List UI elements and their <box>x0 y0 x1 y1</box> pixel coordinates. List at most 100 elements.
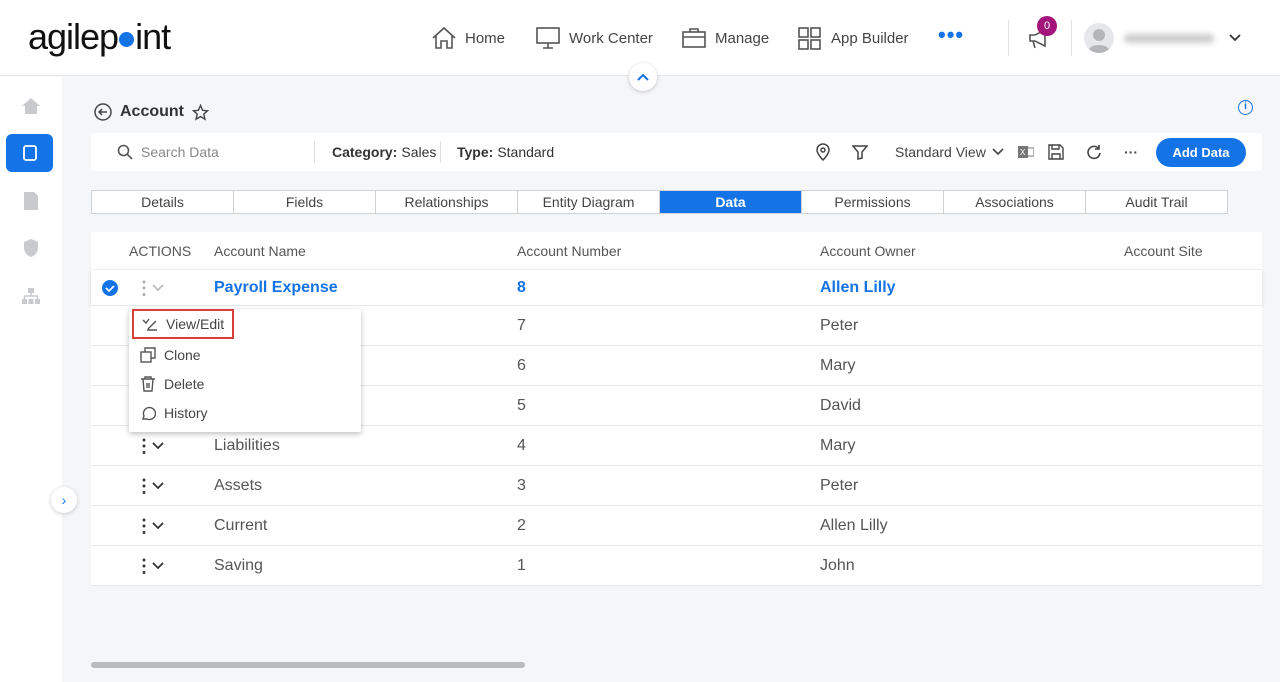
column-header-account-name[interactable]: Account Name <box>214 243 306 259</box>
cell-account-number: 5 <box>517 396 526 414</box>
cell-account-name: Saving <box>214 556 263 574</box>
sidebar-hierarchy-icon[interactable] <box>19 284 43 308</box>
tab-permissions[interactable]: Permissions <box>802 191 944 213</box>
clone-icon <box>140 347 156 363</box>
collapse-header-button[interactable] <box>629 63 657 91</box>
table-row[interactable]: ⋮ Assets 3 Peter <box>91 466 1262 506</box>
selected-check-icon[interactable] <box>101 279 119 297</box>
svg-text:X: X <box>1020 148 1026 157</box>
tab-relationships[interactable]: Relationships <box>376 191 518 213</box>
horizontal-scrollbar[interactable] <box>91 662 525 668</box>
sidebar-shield-icon[interactable] <box>19 236 43 260</box>
expand-row-chevron-icon[interactable] <box>151 441 165 451</box>
menu-item-view-edit[interactable]: View/Edit <box>132 309 234 339</box>
expand-sidebar-button[interactable]: › <box>51 487 77 513</box>
history-icon <box>142 406 156 421</box>
table-row[interactable]: ⋮ Saving 1 John <box>91 546 1262 586</box>
search-icon <box>117 144 133 160</box>
briefcase-icon <box>682 28 706 48</box>
type-filter: Type: Standard <box>457 144 555 160</box>
cell-account-number: 8 <box>517 278 526 296</box>
avatar[interactable] <box>1084 23 1114 53</box>
divider <box>440 141 441 163</box>
cell-account-number: 4 <box>517 436 526 454</box>
more-options-icon[interactable]: ··· <box>1124 133 1138 171</box>
cell-account-owner: John <box>820 556 855 574</box>
cell-account-number: 2 <box>517 516 526 534</box>
category-filter: Category: Sales <box>332 144 437 160</box>
filter-icon[interactable] <box>852 133 868 171</box>
nav-app-builder[interactable]: App Builder <box>797 26 909 50</box>
cell-account-owner: Peter <box>820 476 859 494</box>
menu-item-delete[interactable]: Delete <box>132 369 204 399</box>
page-header: Account <box>94 103 209 121</box>
toolbar: Search Data Category: Sales Type: Standard… <box>91 133 1262 171</box>
cell-account-number: 7 <box>517 316 526 334</box>
nav-home[interactable]: Home <box>431 26 505 50</box>
page-title: Account <box>120 103 184 120</box>
user-name-blurred <box>1124 34 1214 43</box>
tab-associations[interactable]: Associations <box>944 191 1086 213</box>
cell-account-number: 1 <box>517 556 526 574</box>
tab-data[interactable]: Data <box>660 191 802 213</box>
table-row[interactable]: ⋮ Current 2 Allen Lilly <box>91 506 1262 546</box>
chevron-down-icon <box>992 148 1004 156</box>
expand-row-chevron-icon[interactable] <box>151 521 165 531</box>
tab-audit-trail[interactable]: Audit Trail <box>1086 191 1227 213</box>
column-header-account-number[interactable]: Account Number <box>517 243 621 259</box>
star-icon[interactable] <box>192 103 209 121</box>
edit-icon <box>142 318 157 331</box>
cell-account-number: 3 <box>517 476 526 494</box>
location-pin-icon[interactable] <box>816 133 830 171</box>
expand-row-chevron-icon[interactable] <box>151 283 165 293</box>
nav-manage[interactable]: Manage <box>681 26 769 50</box>
cell-account-owner: Mary <box>820 356 856 374</box>
table-row[interactable]: ⋮ Liabilities 4 Mary <box>91 426 1262 466</box>
sidebar-home-icon[interactable] <box>19 94 43 118</box>
cell-account-owner: David <box>820 396 861 414</box>
nav-work-center[interactable]: Work Center <box>535 26 653 50</box>
menu-item-clone[interactable]: Clone <box>132 340 201 370</box>
column-header-actions: ACTIONS <box>129 242 192 259</box>
monitor-icon <box>536 27 560 49</box>
cell-account-number: 6 <box>517 356 526 374</box>
excel-export-icon[interactable]: X <box>1018 133 1034 171</box>
tab-fields[interactable]: Fields <box>234 191 376 213</box>
cell-account-name[interactable]: Payroll Expense <box>214 279 338 297</box>
expand-row-chevron-icon[interactable] <box>151 561 165 571</box>
cell-account-owner: Peter <box>820 316 859 334</box>
tab-entity-diagram[interactable]: Entity Diagram <box>518 191 660 213</box>
info-icon[interactable]: i <box>1238 100 1253 115</box>
divider <box>1008 20 1009 56</box>
add-data-button[interactable]: Add Data <box>1156 138 1246 167</box>
cell-account-name: Current <box>214 516 268 534</box>
grid-icon <box>798 27 821 50</box>
view-selector[interactable]: Standard View <box>895 133 1004 171</box>
search-input[interactable]: Search Data <box>117 133 219 171</box>
save-icon[interactable] <box>1048 133 1064 171</box>
sidebar-data-entities-icon[interactable] <box>6 134 53 172</box>
more-horizontal-icon[interactable]: ••• <box>938 22 964 48</box>
sidebar-document-icon[interactable] <box>19 189 43 213</box>
expand-row-chevron-icon[interactable] <box>151 481 165 491</box>
cell-account-name: Liabilities <box>214 436 280 454</box>
table-row[interactable]: ⋮ Payroll Expense 8 Allen Lilly <box>91 270 1262 306</box>
agilepoint-logo[interactable]: agilep int <box>28 16 171 58</box>
table-header: ACTIONS Account Name Account Number Acco… <box>91 232 1262 269</box>
divider <box>1071 20 1072 56</box>
cell-account-owner[interactable]: Allen Lilly <box>820 279 896 297</box>
tab-details[interactable]: Details <box>92 191 234 213</box>
column-header-account-site[interactable]: Account Site <box>1124 243 1203 259</box>
tab-bar: Details Fields Relationships Entity Diagram… <box>91 190 1228 214</box>
notification-badge: 0 <box>1037 16 1057 36</box>
row-context-menu: View/Edit Clone Delete History <box>129 309 361 432</box>
column-header-account-owner[interactable]: Account Owner <box>820 243 916 259</box>
cell-account-name: Assets <box>214 476 263 494</box>
trash-icon <box>141 376 155 392</box>
chevron-down-icon[interactable] <box>1228 33 1242 43</box>
cell-account-owner: Allen Lilly <box>820 516 888 534</box>
back-arrow-icon[interactable] <box>94 103 112 121</box>
home-icon <box>432 26 456 49</box>
menu-item-history[interactable]: History <box>132 398 208 428</box>
refresh-icon[interactable] <box>1086 133 1102 171</box>
